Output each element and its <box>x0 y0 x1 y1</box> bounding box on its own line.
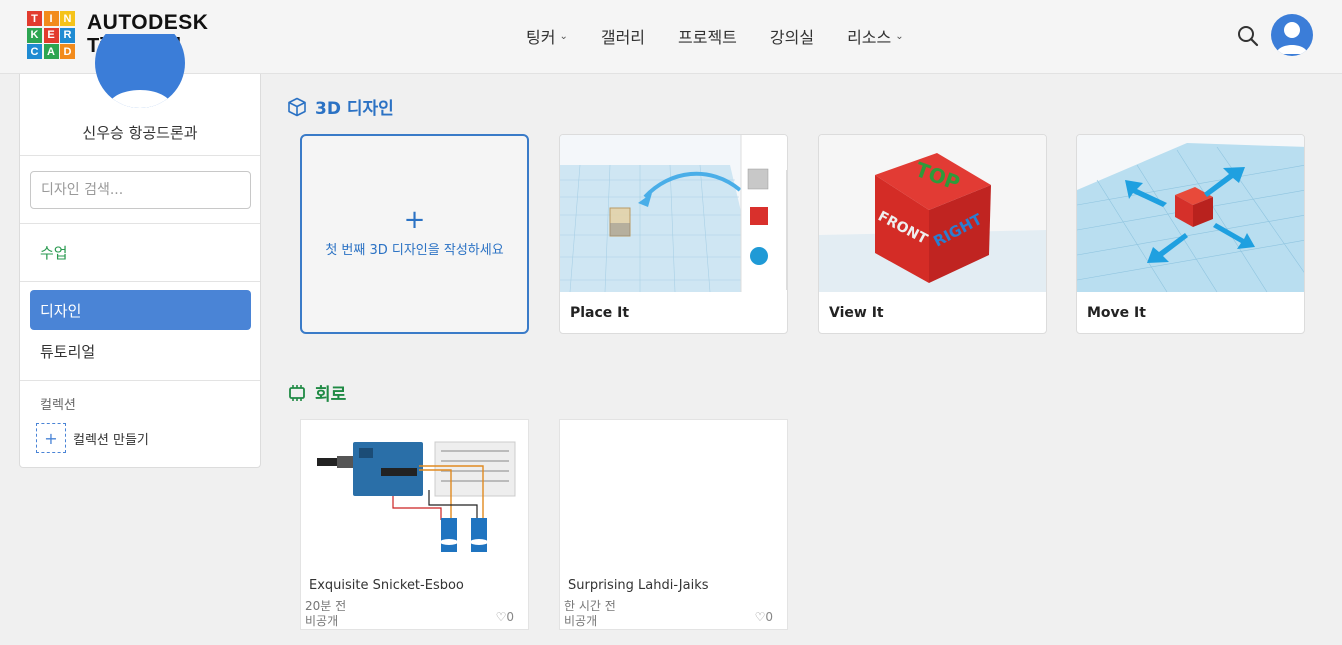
view-it-thumbnail: TOP FRONT RIGHT <box>819 135 1046 292</box>
top-header: TINKERCAD AUTODESK Tinkercad 팅커⌄ 갤러리 프로젝… <box>0 0 1342 74</box>
design-card-place-it[interactable]: Place It <box>559 134 788 334</box>
user-silhouette-icon <box>107 90 173 108</box>
user-avatar[interactable] <box>1271 14 1313 56</box>
nav-resources-label: 리소스 <box>847 28 892 47</box>
heart-icon: ♡ <box>495 610 507 624</box>
nav-projects[interactable]: 프로젝트 <box>678 24 737 48</box>
user-silhouette-icon <box>1276 22 1308 54</box>
circuit-visibility: 비공개 <box>305 614 339 628</box>
circuit-name: Exquisite Snicket-Esboo <box>309 578 464 593</box>
divider <box>20 155 260 156</box>
sidebar: 신우승 항공드론과 수업 디자인 튜토리얼 컬렉션 + 컬렉션 만들기 <box>19 34 261 468</box>
nav-tinker-label: 팅커 <box>526 28 556 47</box>
create-collection-label: 컬렉션 만들기 <box>73 432 149 448</box>
design-search-input[interactable] <box>30 171 251 209</box>
design-card-view-it[interactable]: TOP FRONT RIGHT View It <box>818 134 1047 334</box>
nav-classroom-label: 강의실 <box>769 28 815 47</box>
cube-icon <box>288 97 306 116</box>
logo-letter-tile: I <box>43 11 59 26</box>
plus-icon: + <box>403 205 426 235</box>
chevron-down-icon: ⌄ <box>559 30 568 42</box>
heart-icon: ♡ <box>754 610 766 624</box>
move-it-thumbnail <box>1077 135 1304 292</box>
new-design-button[interactable]: + 첫 번째 3D 디자인을 작성하세요 <box>300 134 529 334</box>
like-count-value: 0 <box>765 610 773 624</box>
sidebar-item-classes[interactable]: 수업 <box>30 232 251 272</box>
logo-letter-tile: T <box>27 11 42 26</box>
create-collection-button[interactable]: + 컬렉션 만들기 <box>36 423 149 453</box>
nav-tinker[interactable]: 팅커 ⌄ <box>526 24 568 48</box>
designs-section-label: 3D 디자인 <box>315 99 394 119</box>
brand-autodesk: AUTODESK <box>87 11 209 34</box>
search-icon[interactable] <box>1236 24 1260 48</box>
plus-icon: + <box>36 423 66 453</box>
nav-projects-label: 프로젝트 <box>678 28 737 47</box>
circuits-section-label: 회로 <box>315 385 347 405</box>
design-card-title: Move It <box>1087 305 1146 321</box>
sidebar-item-tutorials[interactable]: 튜토리얼 <box>30 331 251 371</box>
sidebar-item-designs[interactable]: 디자인 <box>30 290 251 330</box>
logo-letter-tile: D <box>60 44 75 59</box>
logo-letter-tile: N <box>60 11 75 26</box>
circuit-visibility: 비공개 <box>564 614 598 628</box>
design-card-title: View It <box>829 305 884 321</box>
divider <box>20 380 260 381</box>
new-design-label: 첫 번째 3D 디자인을 작성하세요 <box>325 243 504 258</box>
logo-letter-tile: A <box>43 44 59 59</box>
main-nav: 팅커 ⌄ 갤러리 프로젝트 강의실 리소스 ⌄ <box>526 24 937 48</box>
like-count[interactable]: ♡ 0 <box>755 610 773 624</box>
like-count-value: 0 <box>506 610 514 624</box>
profile-name: 신우승 항공드론과 <box>82 124 198 142</box>
circuit-card[interactable]: Exquisite Snicket-Esboo 20분 전 비공개 ♡ 0 <box>300 419 529 630</box>
design-card-title: Place It <box>570 305 630 321</box>
circuit-thumbnail <box>317 441 516 552</box>
like-count[interactable]: ♡ 0 <box>496 610 514 624</box>
chevron-down-icon: ⌄ <box>895 30 904 42</box>
circuit-chip-icon <box>289 384 305 401</box>
logo-letter-tile: K <box>27 27 42 43</box>
profile-avatar <box>95 34 185 108</box>
logo-letter-tile: R <box>60 27 75 43</box>
circuit-name: Surprising Lahdi-Jaiks <box>568 578 709 593</box>
collections-heading: 컬렉션 <box>40 398 76 413</box>
nav-gallery-label: 갤러리 <box>600 28 646 47</box>
divider <box>20 281 260 282</box>
tinkercad-logo[interactable]: TIN KER CAD <box>27 11 75 59</box>
divider <box>20 223 260 224</box>
designs-section-title: 3D 디자인 <box>287 94 394 119</box>
nav-classroom[interactable]: 강의실 <box>770 24 814 48</box>
logo-letter-tile: C <box>27 44 42 59</box>
design-card-move-it[interactable]: Move It <box>1076 134 1305 334</box>
nav-gallery[interactable]: 갤러리 <box>601 24 645 48</box>
nav-resources[interactable]: 리소스 ⌄ <box>847 24 904 48</box>
logo-letter-tile: E <box>43 27 59 43</box>
place-it-thumbnail <box>560 135 787 292</box>
circuits-section-title: 회로 <box>287 380 346 405</box>
circuit-card[interactable]: Surprising Lahdi-Jaiks 한 시간 전 비공개 ♡ 0 <box>559 419 788 630</box>
